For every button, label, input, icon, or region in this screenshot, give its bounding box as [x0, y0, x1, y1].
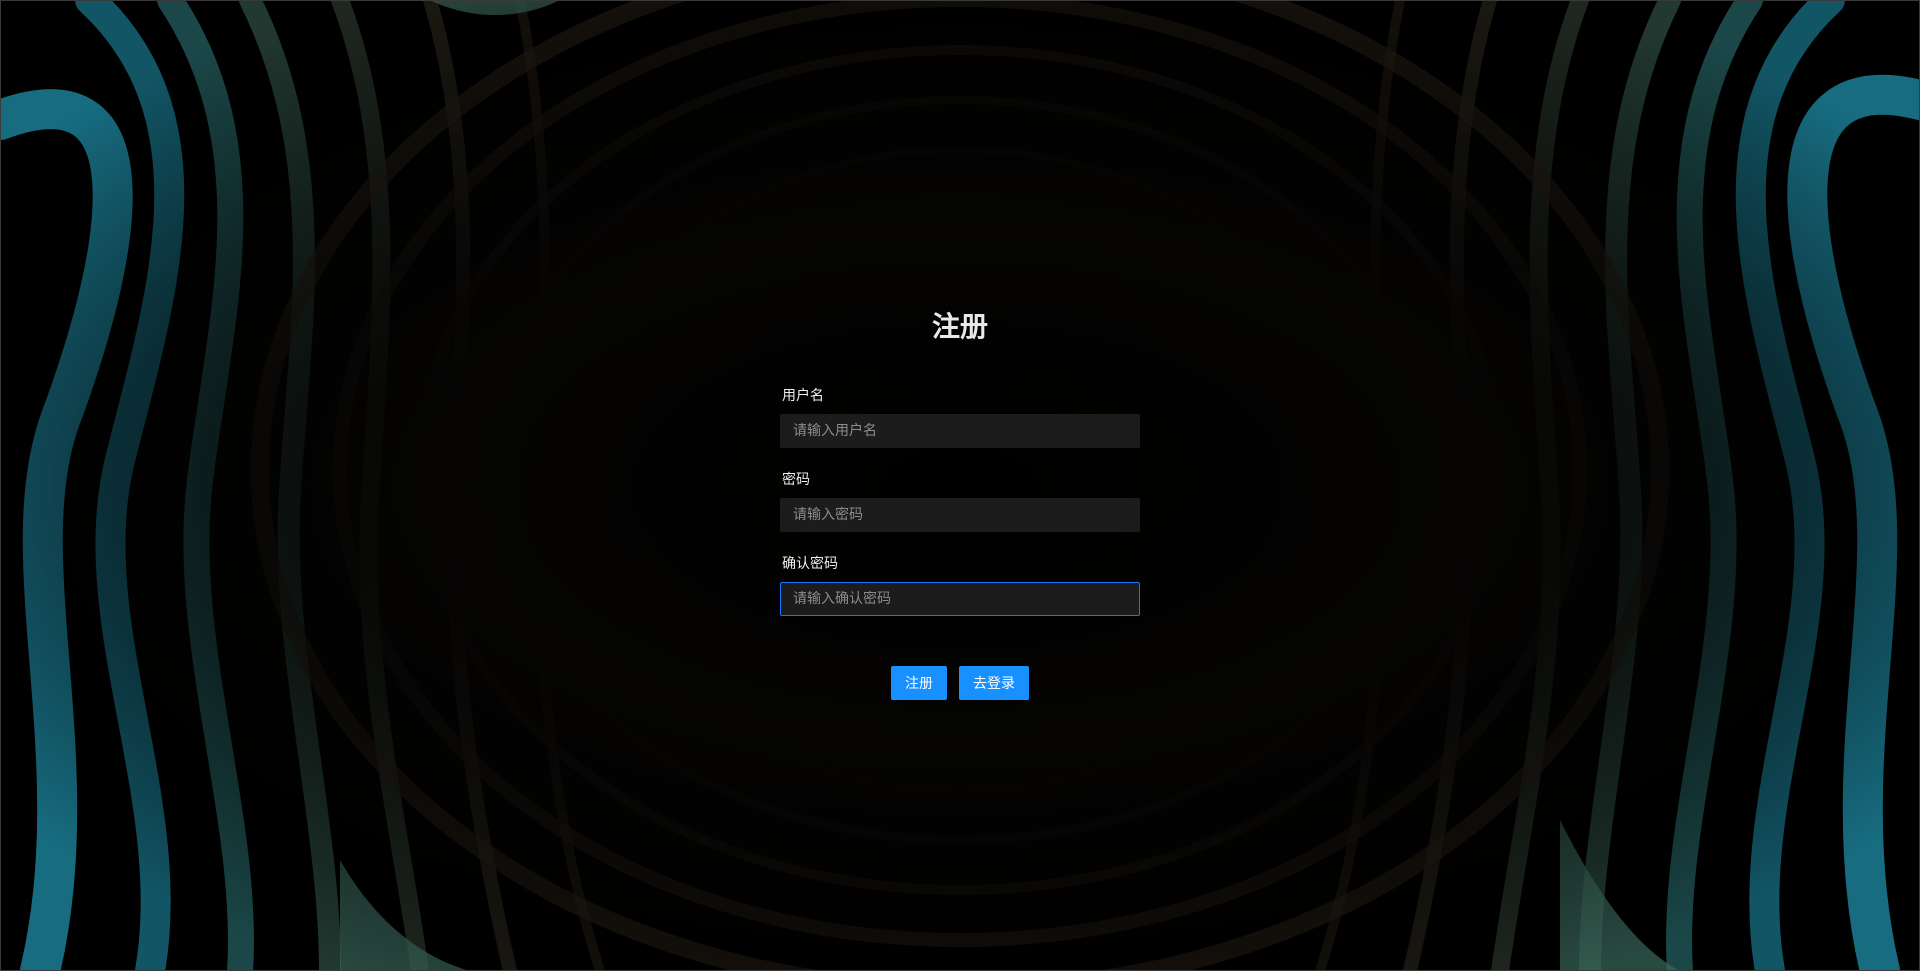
- username-row: 用户名: [780, 386, 1140, 448]
- register-page: 注册 用户名 密码 确认密码 注册 去登录: [0, 0, 1920, 971]
- password-row: 密码: [780, 470, 1140, 532]
- password-input[interactable]: [780, 498, 1140, 532]
- confirm-password-input[interactable]: [780, 582, 1140, 616]
- page-title: 注册: [931, 310, 988, 343]
- register-button[interactable]: 注册: [891, 666, 947, 700]
- register-form: 注册 用户名 密码 确认密码 注册 去登录: [780, 300, 1140, 700]
- username-input[interactable]: [780, 414, 1140, 448]
- confirm-password-label: 确认密码: [782, 556, 838, 572]
- confirm-password-row: 确认密码: [780, 554, 1140, 616]
- form-actions: 注册 去登录: [780, 666, 1140, 700]
- username-label: 用户名: [782, 388, 824, 404]
- password-label: 密码: [782, 472, 810, 488]
- go-login-button[interactable]: 去登录: [959, 666, 1029, 700]
